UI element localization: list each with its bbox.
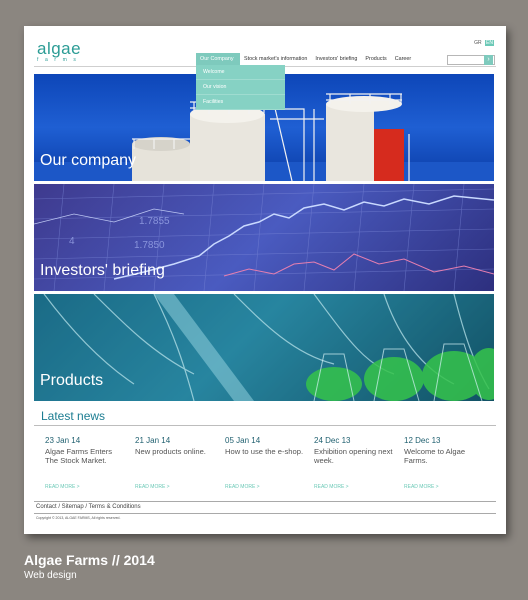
search-button[interactable]: ›: [484, 55, 493, 65]
read-more-link[interactable]: READ MORE >: [45, 484, 80, 490]
banner-label-products: Products: [40, 372, 104, 389]
news-date: 24 Dec 13: [314, 436, 351, 445]
caption-subtitle: Web design: [24, 570, 77, 581]
latest-news-title: Latest news: [41, 409, 106, 423]
read-more-link[interactable]: READ MORE >: [404, 484, 439, 490]
nav-item-investors-briefing[interactable]: Investors' briefing: [311, 53, 361, 65]
website-mockup: algae farms GR EN Our Company Stock mark…: [24, 26, 506, 534]
news-item: 24 Dec 13 Exhibition opening next week.: [314, 436, 394, 465]
copyright-text: Copyright © 2013, ALGAE FARMS, All right…: [36, 516, 121, 520]
read-more-link[interactable]: READ MORE >: [225, 484, 260, 490]
banner-investors-briefing[interactable]: 1.7855 1.7850 4 Investors' briefing: [34, 184, 494, 291]
chart-number-1: 1.7855: [139, 216, 170, 227]
news-text: Algae Farms Enters The Stock Market.: [45, 447, 113, 465]
lang-gr-link[interactable]: GR: [474, 40, 482, 46]
news-date: 12 Dec 13: [404, 436, 441, 445]
language-switcher: GR EN: [472, 40, 494, 46]
news-date: 23 Jan 14: [45, 436, 81, 445]
caption-title: Algae Farms // 2014: [24, 552, 155, 568]
banner-label-investors-briefing: Investors' briefing: [40, 262, 165, 279]
footer-divider-bottom: [34, 513, 496, 514]
nav-item-products[interactable]: Products: [361, 53, 390, 65]
nav-item-stock-market[interactable]: Stock market's information: [240, 53, 311, 65]
nav-item-career[interactable]: Career: [391, 53, 415, 65]
logo[interactable]: algae farms: [37, 40, 83, 64]
news-date: 21 Jan 14: [135, 436, 171, 445]
news-item: 05 Jan 14 How to use the e-shop.: [225, 436, 305, 456]
chart-number-2: 1.7850: [134, 240, 165, 251]
logo-main-text: algae: [37, 39, 82, 58]
dropdown-item-our-vision[interactable]: Our vision: [196, 80, 285, 95]
banner-products[interactable]: Products: [34, 294, 494, 401]
search-icon: ›: [487, 56, 490, 63]
read-more-link[interactable]: READ MORE >: [314, 484, 349, 490]
news-item: 23 Jan 14 Algae Farms Enters The Stock M…: [45, 436, 125, 465]
news-item: 12 Dec 13 Welcome to Algae Farms.: [404, 436, 484, 465]
main-nav: Our Company Stock market's information I…: [196, 53, 415, 65]
news-date: 05 Jan 14: [225, 436, 261, 445]
news-item: 21 Jan 14 New products online.: [135, 436, 215, 456]
chart-number-3: 4: [69, 236, 75, 247]
lang-en-link[interactable]: EN: [485, 40, 494, 46]
footer-divider-top: [34, 501, 496, 502]
news-divider: [34, 425, 496, 426]
news-text: Welcome to Algae Farms.: [404, 447, 466, 465]
our-company-dropdown: Welcome Our vision Facilities: [196, 65, 285, 110]
news-text: New products online.: [135, 447, 206, 456]
dropdown-item-welcome[interactable]: Welcome: [196, 65, 285, 80]
footer-links[interactable]: Contact / Sitemap / Terms & Conditions: [36, 504, 141, 510]
news-text: How to use the e-shop.: [225, 447, 304, 456]
nav-item-our-company[interactable]: Our Company: [196, 53, 240, 65]
banner-label-our-company: Our company: [40, 152, 137, 169]
read-more-link[interactable]: READ MORE >: [135, 484, 170, 490]
logo-sub-text: farms: [37, 57, 83, 63]
dropdown-item-facilities[interactable]: Facilities: [196, 95, 285, 110]
news-text: Exhibition opening next week.: [314, 447, 393, 465]
